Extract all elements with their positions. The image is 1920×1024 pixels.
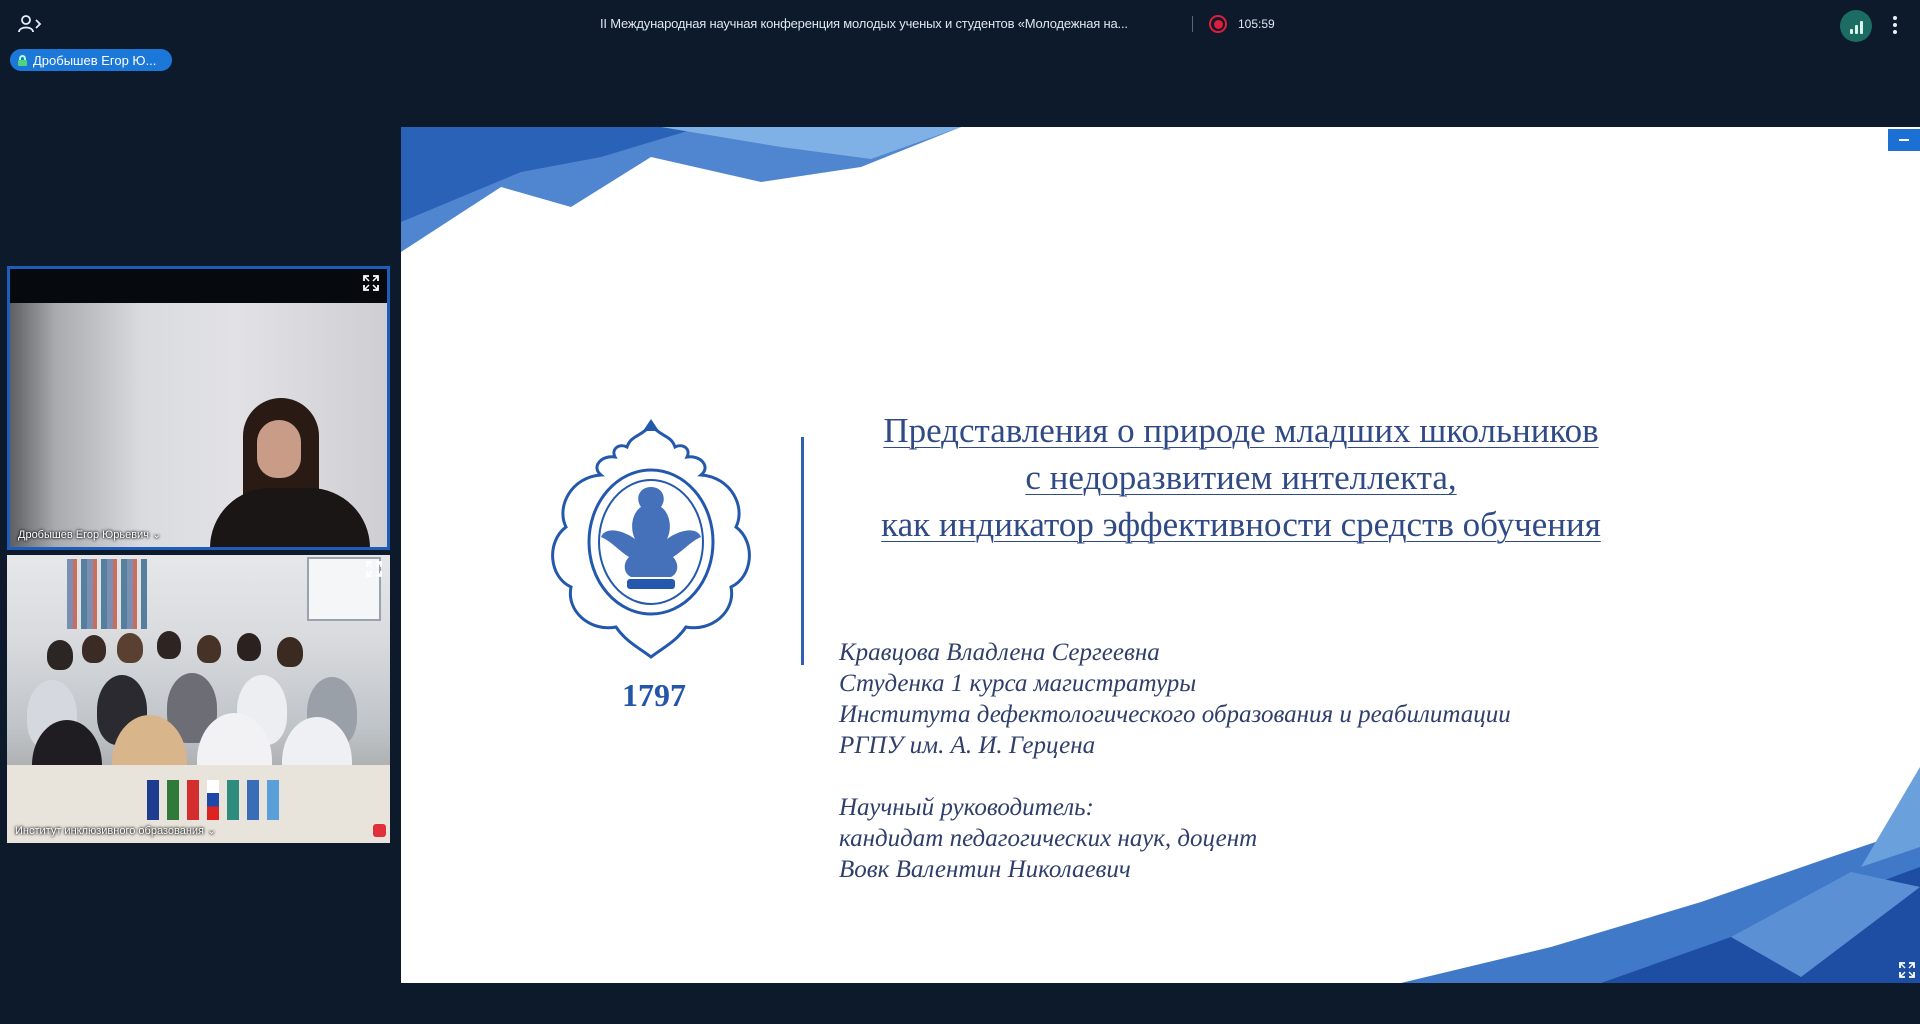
slide-title: Представления о природе младших школьник… xyxy=(821,407,1661,548)
author-line: Студенка 1 курса магистратуры xyxy=(839,670,1197,697)
supervisor-line: Научный руководитель: xyxy=(839,794,1094,821)
author-line: Института дефектологического образования… xyxy=(839,701,1511,728)
slide-year: 1797 xyxy=(622,677,686,713)
participants-icon[interactable] xyxy=(14,10,46,38)
slide-title-line: Представления о природе младших школьник… xyxy=(883,411,1599,450)
signal-icon[interactable] xyxy=(1840,10,1872,42)
slide-divider xyxy=(801,437,804,665)
recording-timer: 105:59 xyxy=(1238,17,1275,31)
slide-title-line: с недоразвитием интеллекта, xyxy=(1025,458,1457,497)
minimize-icon[interactable] xyxy=(1888,129,1920,151)
slide-author-block: Кравцова Владлена Сергеевна Студенка 1 к… xyxy=(839,637,1511,885)
participant-video xyxy=(205,398,375,547)
top-bar: II Международная научная конференция мол… xyxy=(0,0,1920,48)
video-letterbox xyxy=(10,269,387,303)
record-icon[interactable] xyxy=(1209,15,1227,33)
tile-participant-name[interactable]: Дробышев Егор Юрьевич ⌄ xyxy=(18,528,161,541)
supervisor-line: кандидат педагогических наук, доцент xyxy=(839,825,1258,852)
supervisor-line: Вовк Валентин Николаевич xyxy=(839,856,1131,883)
university-emblem xyxy=(551,419,751,659)
meeting-title: II Международная научная конференция мол… xyxy=(600,16,1128,31)
active-speaker-name: Дробышев Егор Ю... xyxy=(33,52,157,68)
video-tile-room[interactable]: Институт инклюзивного образования ⌄ xyxy=(7,555,390,843)
slide-title-line: как индикатор эффективности средств обуч… xyxy=(881,505,1601,544)
tile-participant-name[interactable]: Институт инклюзивного образования ⌄ xyxy=(15,824,216,837)
expand-icon[interactable] xyxy=(361,273,381,293)
author-line: РГПУ им. А. И. Герцена xyxy=(839,732,1096,759)
record-icon xyxy=(373,824,386,837)
expand-icon[interactable] xyxy=(1898,961,1916,979)
video-feed xyxy=(7,555,390,843)
title-divider xyxy=(1192,16,1193,32)
author-line: Кравцова Владлена Сергеевна xyxy=(839,639,1160,666)
lock-icon xyxy=(18,54,27,66)
video-feed xyxy=(10,303,387,547)
active-speaker-badge[interactable]: Дробышев Егор Ю... xyxy=(10,49,173,71)
expand-icon[interactable] xyxy=(364,559,384,579)
more-icon[interactable] xyxy=(1885,12,1905,38)
presentation-slide: 1797 Представления о природе младших шко… xyxy=(401,127,1920,983)
video-tile-speaker[interactable]: Дробышев Егор Юрьевич ⌄ xyxy=(7,266,390,550)
